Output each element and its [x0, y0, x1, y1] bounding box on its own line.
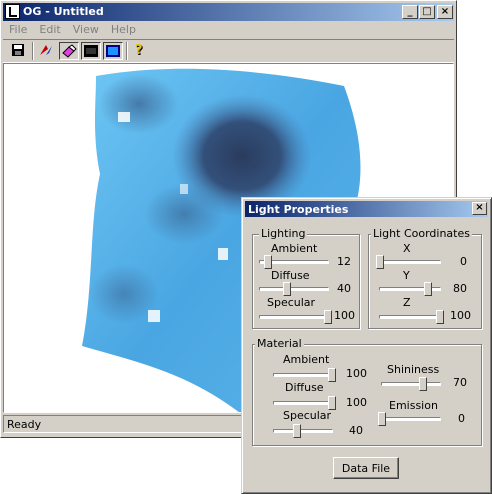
- light-button[interactable]: [37, 42, 57, 60]
- material-ambient-track: [273, 368, 336, 382]
- material-diffuse-value: 100: [346, 396, 367, 409]
- material-emission-value: 0: [458, 412, 465, 425]
- menu-view[interactable]: View: [67, 22, 105, 37]
- material-ambient-value: 100: [346, 367, 367, 380]
- close-button[interactable]: ×: [437, 5, 453, 19]
- lighting-diffuse-value: 40: [337, 282, 351, 295]
- black-rect-button[interactable]: [81, 42, 101, 60]
- lighting-diffuse-slider[interactable]: [283, 282, 292, 296]
- material-shininess-track: [381, 377, 441, 391]
- lighting-specular-value: 100: [334, 309, 355, 322]
- menu-help[interactable]: Help: [105, 22, 142, 37]
- coord-x-slider[interactable]: [376, 255, 384, 269]
- material-group: Material Ambient 100 Diffuse 100 Specula…: [252, 337, 482, 446]
- material-specular-slider[interactable]: [293, 424, 302, 438]
- material-shininess-label: Shininess: [387, 363, 440, 376]
- lighting-ambient-track: [259, 255, 329, 269]
- material-shininess-slider[interactable]: [418, 377, 427, 391]
- coord-y-track: [379, 282, 441, 296]
- coord-x-track: [376, 255, 441, 269]
- light-icon: [40, 45, 52, 55]
- light-coordinates-group: Light Coordinates X 0 Y 80 Z 100: [368, 227, 482, 329]
- coord-y-value: 80: [453, 282, 467, 295]
- eraser-button[interactable]: [59, 42, 79, 60]
- coord-x-label: X: [403, 242, 411, 255]
- blue-rect-button[interactable]: [103, 42, 123, 60]
- material-emission-slider[interactable]: [378, 412, 386, 426]
- light-coordinates-label: Light Coordinates: [371, 227, 472, 240]
- app-icon[interactable]: [5, 4, 20, 19]
- lighting-ambient-slider[interactable]: [264, 255, 273, 269]
- material-emission-track: [378, 412, 441, 426]
- eraser-icon: [62, 44, 77, 58]
- help-button[interactable]: ??: [131, 42, 151, 60]
- material-ambient-slider[interactable]: [328, 368, 336, 382]
- light-properties-dialog: Light Properties × Lighting Ambient 12 D…: [241, 197, 492, 494]
- coord-y-label: Y: [403, 269, 410, 282]
- data-file-button[interactable]: Data File: [333, 457, 399, 479]
- coord-z-value: 100: [450, 309, 471, 322]
- svg-text:?: ?: [135, 43, 143, 58]
- save-icon: [12, 44, 24, 56]
- material-specular-label: Specular: [283, 409, 332, 422]
- maximize-button[interactable]: □: [419, 5, 435, 19]
- material-group-label: Material: [255, 337, 304, 350]
- save-button[interactable]: [9, 42, 29, 60]
- toolbar: ??: [3, 39, 454, 63]
- help-icon: ??: [135, 43, 144, 59]
- material-ambient-label: Ambient: [283, 353, 330, 366]
- lighting-diffuse-label: Diffuse: [271, 269, 310, 282]
- minimize-button[interactable]: _: [402, 5, 418, 19]
- coord-y-slider[interactable]: [424, 282, 432, 296]
- lighting-specular-label: Specular: [267, 296, 316, 309]
- material-emission-label: Emission: [389, 399, 438, 412]
- material-shininess-value: 70: [453, 376, 467, 389]
- material-specular-value: 40: [349, 424, 363, 437]
- status-text: Ready: [7, 418, 42, 431]
- dialog-close-button[interactable]: ×: [472, 202, 487, 215]
- dialog-titlebar[interactable]: Light Properties ×: [245, 201, 488, 217]
- material-diffuse-label: Diffuse: [285, 381, 324, 394]
- menu-edit[interactable]: Edit: [33, 22, 66, 37]
- lighting-group-label: Lighting: [259, 227, 308, 240]
- coord-z-slider[interactable]: [436, 310, 444, 324]
- material-specular-track: [273, 424, 333, 438]
- lighting-specular-track: [259, 310, 332, 324]
- main-titlebar[interactable]: OG - Untitled _ □ ×: [3, 3, 454, 21]
- lighting-diffuse-track: [259, 282, 329, 296]
- coord-z-label: Z: [403, 296, 411, 309]
- material-diffuse-track: [273, 396, 336, 410]
- lighting-ambient-value: 12: [337, 255, 351, 268]
- menu-bar: File Edit View Help: [3, 22, 454, 38]
- blue-rect-icon: [106, 45, 120, 57]
- window-title: OG - Untitled: [23, 5, 104, 18]
- lighting-ambient-label: Ambient: [271, 242, 318, 255]
- black-rect-icon: [84, 45, 98, 57]
- coord-x-value: 0: [460, 255, 467, 268]
- dialog-title: Light Properties: [248, 203, 349, 216]
- lighting-group: Lighting Ambient 12 Diffuse 40 Specular …: [252, 227, 360, 329]
- coord-z-track: [379, 310, 444, 324]
- material-diffuse-slider[interactable]: [328, 396, 336, 410]
- menu-file[interactable]: File: [3, 22, 33, 37]
